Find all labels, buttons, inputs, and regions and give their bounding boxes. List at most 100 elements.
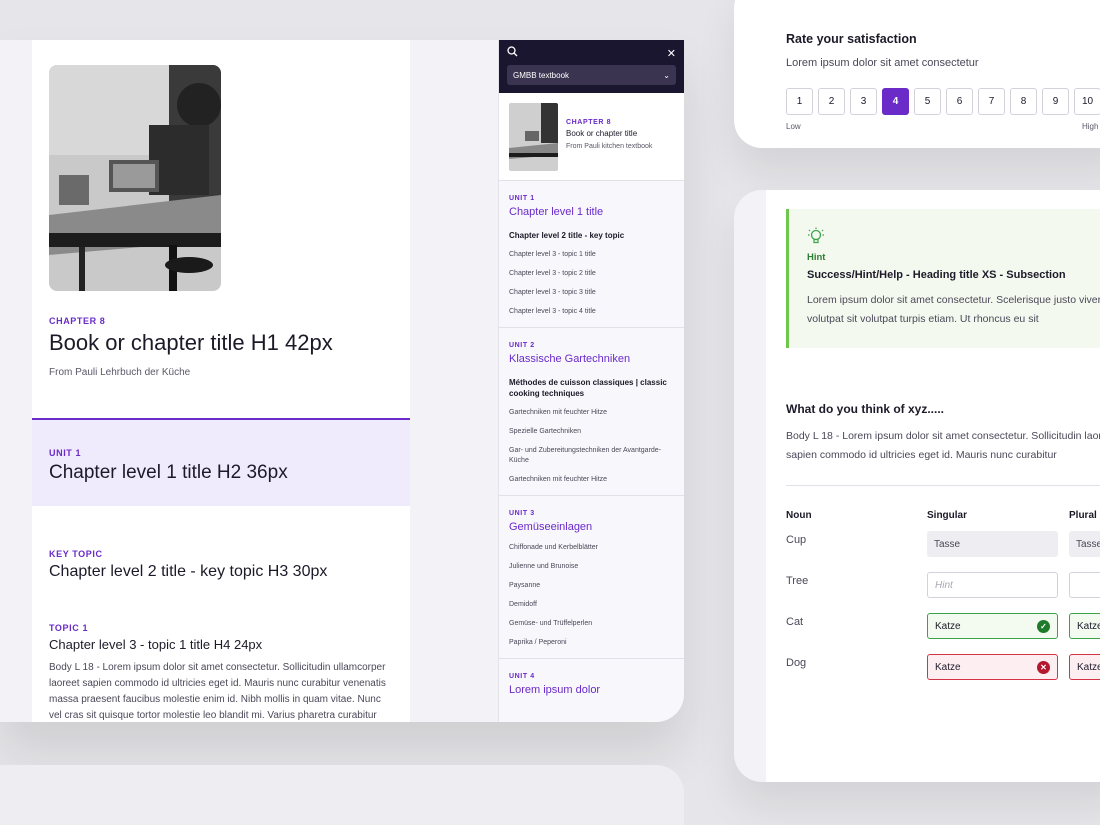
noun-label: Cat [786, 616, 804, 628]
search-icon[interactable] [507, 44, 518, 62]
column-header-plural: Plural [1069, 510, 1097, 521]
field-value: Katze [1077, 661, 1100, 673]
lightbulb-icon [807, 227, 825, 250]
error-icon: ✕ [1037, 660, 1050, 674]
sidebar-l3-item[interactable]: Chiffonade und Kerbelblätter [509, 543, 674, 553]
sidebar-book-source: From Pauli kitchen textbook [566, 143, 653, 150]
close-icon[interactable]: ✕ [667, 47, 676, 60]
rating-option[interactable]: 6 [946, 88, 973, 115]
sidebar-unit-eyebrow: UNIT 4 [509, 673, 535, 680]
exercise-card: Hint Success/Hint/Help - Heading title X… [734, 190, 1100, 782]
plural-field[interactable]: Tasse [1069, 531, 1100, 557]
rating-option[interactable]: 8 [1010, 88, 1037, 115]
hint-heading: Success/Hint/Help - Heading title XS - S… [807, 269, 1066, 281]
rating-card: Rate your satisfaction Lorem ipsum dolor… [734, 0, 1100, 148]
sidebar-unit-title[interactable]: Gemüseeinlagen [509, 521, 674, 533]
rating-option-selected[interactable]: 4 [882, 88, 909, 115]
rating-subtitle: Lorem ipsum dolor sit amet consectetur [786, 57, 979, 69]
sidebar-l3-item[interactable]: Spezielle Gartechniken [509, 427, 674, 437]
singular-field[interactable]: Hint [927, 572, 1058, 598]
divider [786, 485, 1100, 486]
sidebar-header: ✕ GMBB textbook ⌄ [499, 40, 684, 93]
sidebar-unit-4: UNIT 4 Lorem ipsum dolor [499, 659, 684, 706]
rating-option[interactable]: 5 [914, 88, 941, 115]
rating-option[interactable]: 3 [850, 88, 877, 115]
sidebar-l2-item[interactable]: Chapter level 2 title - key topic [509, 230, 674, 241]
sidebar-unit-title[interactable]: Chapter level 1 title [509, 206, 674, 218]
sidebar-l3-item[interactable]: Gartechniken mit feuchter Hitze [509, 475, 674, 485]
sidebar-book-title: Book or chapter title [566, 129, 638, 138]
sidebar-l3-item[interactable]: Gartechniken mit feuchter Hitze [509, 408, 674, 418]
field-value: Katze [1077, 620, 1100, 632]
book-thumbnail [509, 103, 558, 171]
hint-body: Lorem ipsum dolor sit amet consectetur. … [807, 294, 1100, 325]
chapter-source: From Pauli Lehrbuch der Küche [49, 367, 191, 378]
rating-high-label: High [1082, 122, 1099, 131]
sidebar-unit-title[interactable]: Lorem ipsum dolor [509, 684, 674, 696]
topic-body: Body L 18 - Lorem ipsum dolor sit amet c… [49, 662, 386, 721]
hint-callout: Hint Success/Hint/Help - Heading title X… [786, 209, 1100, 348]
column-header-singular: Singular [927, 510, 968, 521]
singular-field-correct[interactable]: Katze ✓ [927, 613, 1058, 639]
sidebar-l2-item[interactable]: Méthodes de cuisson classiques | classic… [509, 377, 674, 399]
key-topic-title: Chapter level 2 title - key topic H3 30p… [49, 563, 328, 580]
textbook-device: CHAPTER 8 Book or chapter title H1 42px … [0, 40, 684, 722]
sidebar-l3-item[interactable]: Chapter level 3 - topic 4 title [509, 307, 674, 317]
sidebar-book-eyebrow: CHAPTER 8 [566, 119, 612, 126]
question-body: Body L 18 - Lorem ipsum dolor sit amet c… [786, 430, 1100, 461]
sidebar-l3-item[interactable]: Chapter level 3 - topic 3 title [509, 288, 674, 298]
topic-title: Chapter level 3 - topic 1 title H4 24px [49, 637, 263, 652]
sidebar-unit-eyebrow: UNIT 1 [509, 195, 535, 202]
rating-option[interactable]: 9 [1042, 88, 1069, 115]
textbook-content: CHAPTER 8 Book or chapter title H1 42px … [32, 40, 410, 722]
sidebar-book-card[interactable]: CHAPTER 8 Book or chapter title From Pau… [499, 93, 684, 181]
chapter-title: Book or chapter title H1 42px [49, 330, 333, 355]
singular-field-incorrect[interactable]: Katze ✕ [927, 654, 1058, 680]
rating-option[interactable]: 10 [1074, 88, 1100, 115]
field-value: Tasse [934, 538, 961, 550]
sidebar-unit-eyebrow: UNIT 3 [509, 510, 535, 517]
sidebar-l3-item[interactable]: Julienne und Brunoise [509, 562, 674, 572]
sidebar-unit-eyebrow: UNIT 2 [509, 342, 535, 349]
noun-label: Cup [786, 534, 807, 546]
sidebar-unit-2: UNIT 2 Klassische Gartechniken Méthodes … [499, 328, 684, 496]
unit-banner: UNIT 1 Chapter level 1 title H2 36px [32, 418, 410, 506]
singular-field[interactable]: Tasse [927, 531, 1058, 557]
sidebar-l3-item[interactable]: Paprika / Peperoni [509, 638, 674, 648]
chevron-down-icon: ⌄ [663, 70, 670, 80]
exercise-content: Hint Success/Hint/Help - Heading title X… [766, 190, 1100, 782]
noun-label: Tree [786, 575, 809, 587]
field-value: Katze [935, 661, 961, 673]
plural-field-incorrect[interactable]: Katze [1069, 654, 1100, 680]
column-header-noun: Noun [786, 510, 812, 521]
rating-option[interactable]: 7 [978, 88, 1005, 115]
rating-title: Rate your satisfaction [786, 32, 917, 46]
background-card [0, 765, 684, 825]
sidebar-l3-item[interactable]: Gemüse- und Trüffelperlen [509, 619, 674, 629]
field-value: Tasse [1076, 538, 1100, 550]
field-placeholder: Hint [935, 579, 953, 591]
sidebar-l3-item[interactable]: Demidoff [509, 600, 674, 610]
chapter-hero-image [49, 65, 221, 291]
field-value: Katze [935, 620, 961, 632]
rating-option[interactable]: 1 [786, 88, 813, 115]
sidebar-unit-1: UNIT 1 Chapter level 1 title Chapter lev… [499, 181, 684, 328]
plural-field[interactable] [1069, 572, 1100, 598]
sidebar-l3-item[interactable]: Chapter level 3 - topic 1 title [509, 250, 674, 260]
sidebar-unit-3: UNIT 3 Gemüseeinlagen Chiffonade und Ker… [499, 496, 684, 659]
topic-eyebrow: TOPIC 1 [49, 623, 89, 633]
rating-low-label: Low [786, 122, 801, 131]
rating-option[interactable]: 2 [818, 88, 845, 115]
textbook-select[interactable]: GMBB textbook ⌄ [507, 65, 676, 85]
sidebar-l3-item[interactable]: Gar- und Zubereitungstechniken der Avant… [509, 446, 674, 466]
sidebar-unit-title[interactable]: Klassische Gartechniken [509, 353, 674, 365]
plural-field-correct[interactable]: Katze [1069, 613, 1100, 639]
sidebar-l3-item[interactable]: Paysanne [509, 581, 674, 591]
sidebar-l3-item[interactable]: Chapter level 3 - topic 2 title [509, 269, 674, 279]
question-title: What do you think of xyz..... [786, 402, 944, 416]
toc-sidebar: ✕ GMBB textbook ⌄ CHAPTER 8 Book or chap… [498, 40, 684, 722]
key-topic-eyebrow: KEY TOPIC [49, 549, 103, 559]
hint-label: Hint [807, 252, 826, 263]
unit-eyebrow: UNIT 1 [49, 448, 82, 458]
noun-label: Dog [786, 657, 807, 669]
